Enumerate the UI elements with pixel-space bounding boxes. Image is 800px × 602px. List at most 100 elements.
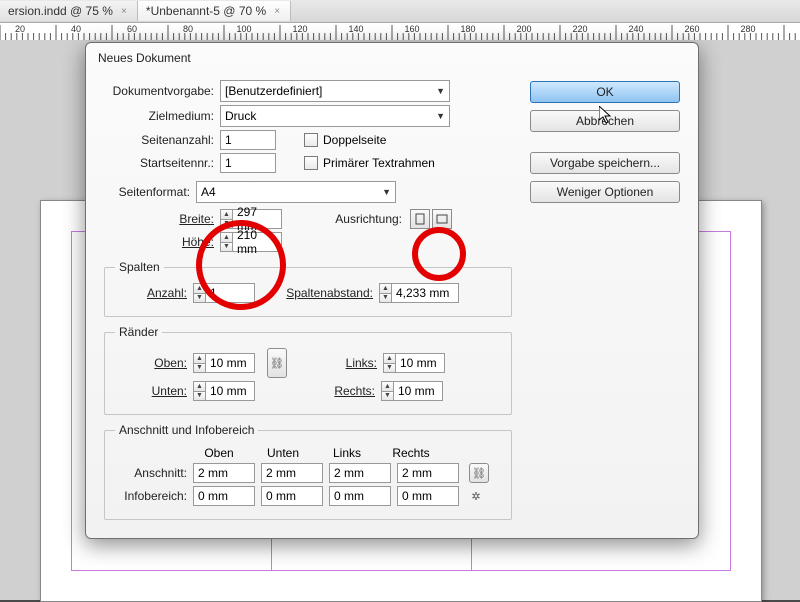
pagesize-dropdown[interactable]: A4 ▼ [196,181,396,203]
bleed-bottom-input[interactable]: 2 mm [261,463,323,483]
startpage-label: Startseitennr.: [104,156,220,170]
bleed-top-input[interactable]: 2 mm [193,463,255,483]
cancel-button[interactable]: Abbrechen [530,110,680,132]
fewer-options-button[interactable]: Weniger Optionen [530,181,680,203]
link-icon: ⛓ [472,466,486,480]
orientation-portrait-button[interactable] [410,209,430,229]
spinner-up-icon[interactable]: ▲ [220,232,233,242]
bleed-slug-legend: Anschnitt und Infobereich [115,423,258,437]
column-count-label: Anzahl: [115,286,193,300]
close-icon[interactable]: × [272,6,282,16]
chevron-down-icon: ▼ [436,86,445,96]
spinner-down-icon[interactable]: ▼ [220,242,233,253]
spinner-up-icon[interactable]: ▲ [193,283,206,293]
svg-text:180: 180 [460,24,475,34]
save-preset-button[interactable]: Vorgabe speichern... [530,152,680,174]
checkbox-icon [304,133,318,147]
pagesize-value: A4 [201,185,216,199]
spinner-down-icon[interactable]: ▼ [220,219,233,230]
columns-group: Spalten Anzahl: ▲▼ 1 Spaltenabstand: ▲▼ … [104,260,512,317]
margins-legend: Ränder [115,325,162,339]
tab-label: ersion.indd @ 75 % [8,4,113,18]
spinner-up-icon[interactable]: ▲ [193,381,206,391]
margin-bottom-label: Unten: [115,384,193,398]
close-icon[interactable]: × [119,6,129,16]
col-header-top: Oben [187,446,251,460]
intent-dropdown[interactable]: Druck ▼ [220,105,450,127]
slug-right-input[interactable]: 0 mm [397,486,459,506]
spinner-up-icon[interactable]: ▲ [381,381,394,391]
spinner-down-icon[interactable]: ▼ [381,391,394,402]
svg-text:20: 20 [15,24,25,34]
width-input[interactable]: ▲▼ 297 mm [220,209,282,229]
bleed-left-input[interactable]: 2 mm [329,463,391,483]
intent-value: Druck [225,109,256,123]
gutter-input[interactable]: ▲▼ 4,233 mm [379,283,459,303]
tab-label: *Unbenannt-5 @ 70 % [146,4,266,18]
svg-text:60: 60 [127,24,137,34]
primary-textframe-checkbox[interactable]: Primärer Textrahmen [304,156,435,170]
slug-bottom-input[interactable]: 0 mm [261,486,323,506]
svg-text:220: 220 [572,24,587,34]
spinner-up-icon[interactable]: ▲ [379,283,392,293]
margin-top-label: Oben: [115,356,193,370]
svg-text:120: 120 [292,24,307,34]
spinner-down-icon[interactable]: ▼ [383,363,396,374]
link-margins-button[interactable]: ⛓ [267,348,287,378]
svg-text:280: 280 [740,24,755,34]
intent-label: Zielmedium: [104,109,220,123]
svg-text:160: 160 [404,24,419,34]
spinner-up-icon[interactable]: ▲ [220,209,233,219]
spinner-up-icon[interactable]: ▲ [383,353,396,363]
portrait-icon [415,213,425,225]
pagesize-label: Seitenformat: [104,185,196,199]
margin-left-input[interactable]: ▲▼ 10 mm [383,353,445,373]
document-tab[interactable]: *Unbenannt-5 @ 70 % × [138,1,291,21]
chevron-down-icon: ▼ [382,187,391,197]
slug-left-input[interactable]: 0 mm [329,486,391,506]
link-bleed-button[interactable]: ⛓ [469,463,489,483]
link-icon: ⛓ [270,356,284,370]
spinner-up-icon[interactable]: ▲ [193,353,206,363]
spinner-down-icon[interactable]: ▼ [193,391,206,402]
new-document-dialog: Neues Dokument Dokumentvorgabe: [Benutze… [85,42,699,539]
chevron-down-icon: ▼ [436,111,445,121]
svg-text:260: 260 [684,24,699,34]
width-label: Breite: [104,212,220,226]
height-label: Höhe: [104,235,220,249]
facing-pages-checkbox[interactable]: Doppelseite [304,133,386,147]
margin-bottom-input[interactable]: ▲▼ 10 mm [193,381,255,401]
pages-input[interactable]: 1 [220,130,276,150]
slug-top-input[interactable]: 0 mm [193,486,255,506]
columns-legend: Spalten [115,260,164,274]
link-slug-icon[interactable]: ✲ [469,489,483,503]
svg-text:80: 80 [183,24,193,34]
bleed-right-input[interactable]: 2 mm [397,463,459,483]
column-count-input[interactable]: ▲▼ 1 [193,283,255,303]
spinner-down-icon[interactable]: ▼ [379,293,392,304]
spinner-down-icon[interactable]: ▼ [193,363,206,374]
preset-dropdown[interactable]: [Benutzerdefiniert] ▼ [220,80,450,102]
preset-value: [Benutzerdefiniert] [225,84,322,98]
margin-left-label: Links: [327,356,383,370]
ok-button[interactable]: OK [530,81,680,103]
svg-text:200: 200 [516,24,531,34]
margin-right-input[interactable]: ▲▼ 10 mm [381,381,443,401]
svg-text:240: 240 [628,24,643,34]
slug-label: Infobereich: [115,489,193,503]
checkbox-icon [304,156,318,170]
height-input[interactable]: ▲▼ 210 mm [220,232,282,252]
ruler-graphic: 20406080100120140160180200220240260280 [0,23,800,41]
orientation-label: Ausrichtung: [322,212,408,226]
spinner-down-icon[interactable]: ▼ [193,293,206,304]
col-header-right: Rechts [379,446,443,460]
preset-label: Dokumentvorgabe: [104,84,220,98]
pages-label: Seitenanzahl: [104,133,220,147]
orientation-landscape-button[interactable] [432,209,452,229]
document-tab[interactable]: ersion.indd @ 75 % × [0,1,138,21]
startpage-input[interactable]: 1 [220,153,276,173]
margin-top-input[interactable]: ▲▼ 10 mm [193,353,255,373]
dialog-title: Neues Dokument [86,43,698,73]
bleed-slug-group: Anschnitt und Infobereich Oben Unten Lin… [104,423,512,520]
primary-textframe-label: Primärer Textrahmen [323,156,435,170]
